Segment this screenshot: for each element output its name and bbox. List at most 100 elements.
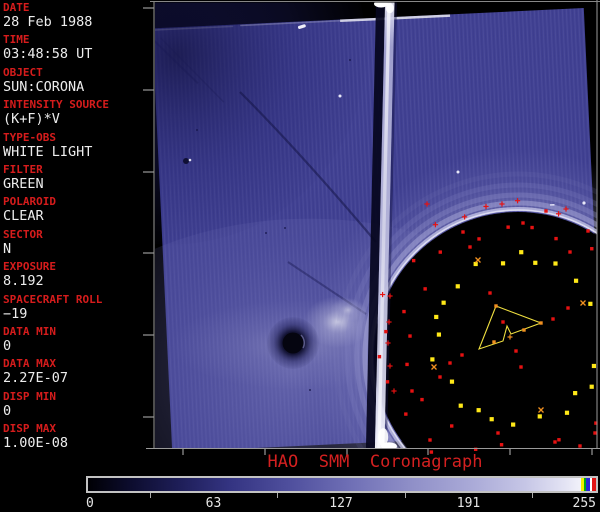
overlay-dot — [573, 278, 579, 283]
overlay-dot — [500, 261, 506, 266]
metadata-field: POLAROID CLEAR — [3, 196, 149, 228]
overlay-dot — [434, 314, 439, 320]
overlay-dot — [385, 380, 390, 384]
polygon-vertex-dot — [494, 304, 498, 308]
overlay-dot — [537, 414, 542, 419]
metadata-field-value: −19 — [3, 305, 28, 322]
overlay-dot — [423, 287, 427, 291]
overlay-dot — [573, 391, 578, 396]
metadata-field: TIME 03:48:58 UT — [3, 34, 149, 66]
overlay-dot — [496, 431, 500, 435]
overlay-dot — [468, 245, 472, 249]
metadata-panel: DATE 28 Feb 1988 TIME 03:48:58 UT OBJECT… — [3, 2, 149, 458]
colorbar-label: 0 — [86, 496, 94, 511]
metadata-field-value: 8.192 — [3, 273, 44, 290]
metadata-field-label: EXPOSURE — [3, 260, 56, 274]
overlay-dot — [530, 225, 534, 230]
polygon-vertex-dot — [492, 340, 496, 344]
colorbar-label: 255 — [572, 496, 596, 511]
colorbar-label: 127 — [329, 496, 353, 511]
colorbar-gradient — [88, 478, 596, 491]
overlay-dot — [488, 291, 492, 295]
overlay-dot — [460, 353, 464, 357]
overlay-dot — [455, 284, 460, 289]
overlay-dot — [557, 438, 561, 442]
metadata-field-label: DISP MIN — [3, 389, 56, 403]
overlay-dot — [384, 329, 388, 334]
polygon-vertex-dot — [522, 328, 526, 332]
metadata-field: FILTER GREEN — [3, 162, 149, 196]
overlay-dot — [588, 301, 593, 306]
image-title: HAO SMM Coronagraph — [267, 452, 483, 472]
overlay-dot — [501, 320, 505, 324]
metadata-field-value: 0 — [3, 337, 12, 354]
overlay-dot — [377, 354, 382, 359]
overlay-dot — [404, 412, 408, 416]
overlay-dot — [564, 410, 570, 415]
metadata-field-label: INTENSITY SOURCE — [3, 98, 109, 112]
metadata-field-value: WHITE LIGHT — [3, 143, 93, 160]
overlay-dot — [554, 236, 558, 241]
metadata-field: SPACECRAFT ROLL −19 — [3, 292, 149, 326]
colorbar-label: 63 — [205, 496, 222, 511]
metadata-field: DISP MAX 1.00E-08 — [3, 423, 149, 455]
overlay-dot — [514, 349, 518, 353]
metadata-field: DATE 28 Feb 1988 — [3, 2, 149, 34]
overlay-dot — [411, 258, 416, 263]
overlay-dot — [408, 334, 412, 338]
colorbar-end-stripes — [581, 478, 596, 491]
overlay-dot — [590, 247, 594, 251]
metadata-field-label: SECTOR — [3, 227, 43, 241]
metadata-field-label: FILTER — [3, 162, 43, 176]
colorbar-stripe — [592, 478, 596, 491]
metadata-field-label: TYPE-OBS — [3, 130, 56, 144]
metadata-field-value: 28 Feb 1988 — [3, 14, 93, 30]
metadata-field-label: OBJECT — [3, 65, 43, 79]
overlay-dot — [441, 300, 446, 305]
overlay-dot — [428, 438, 432, 442]
overlay-dot — [438, 375, 442, 379]
metadata-field: DISP MIN 0 — [3, 389, 149, 423]
overlay-dot — [566, 306, 570, 310]
overlay-dot — [553, 261, 558, 266]
metadata-field-label: TIME — [3, 33, 30, 47]
colorbar-scale-labels: 0 63 127 191 255 — [0, 497, 600, 512]
colorbar-label: 191 — [456, 496, 481, 511]
overlay-dot — [436, 332, 442, 337]
overlay-dot — [586, 229, 590, 233]
metadata-field: EXPOSURE 8.192 — [3, 261, 149, 293]
metadata-field-label: SPACECRAFT ROLL — [3, 292, 103, 306]
overlay-dot — [591, 363, 597, 369]
smm-coronagraph-viewer: DATE 28 Feb 1988 TIME 03:48:58 UT OBJECT… — [0, 0, 600, 512]
overlay-dot — [593, 431, 597, 435]
metadata-field-value: 2.27E-07 — [3, 370, 69, 387]
overlay-dot — [506, 225, 510, 229]
metadata-field: TYPE-OBS WHITE LIGHT — [3, 130, 149, 164]
metadata-field: SECTOR N — [3, 227, 149, 261]
metadata-field-label: DISP MAX — [3, 422, 56, 436]
metadata-field-value: CLEAR — [3, 208, 44, 225]
overlay-dot — [521, 221, 525, 225]
overlay-dot — [499, 443, 504, 447]
overlay-dot — [450, 424, 454, 428]
overlay-dot — [438, 250, 442, 254]
metadata-field-value: (K+F)*V — [3, 111, 60, 128]
overlay-dot — [477, 237, 481, 241]
overlay-dot — [449, 379, 455, 384]
metadata-field-label: DATE — [3, 1, 30, 14]
metadata-field-value: 1.00E-08 — [3, 435, 69, 452]
metadata-field-value: SUN:CORONA — [3, 78, 85, 95]
overlay-dot — [402, 309, 406, 314]
overlay-dot — [405, 362, 409, 367]
overlay-dot — [489, 417, 494, 422]
overlay-dot — [461, 230, 465, 234]
intensity-colorbar — [86, 476, 598, 493]
metadata-field-value: 0 — [3, 402, 12, 419]
metadata-field: DATA MIN 0 — [3, 325, 149, 358]
polygon-vertex-dot — [539, 321, 543, 325]
overlay-dot — [568, 250, 572, 254]
overlay-dot — [533, 260, 538, 265]
overlay-dot — [511, 422, 516, 427]
metadata-field: DATA MAX 2.27E-07 — [3, 358, 149, 390]
overlay-dot — [551, 317, 555, 321]
